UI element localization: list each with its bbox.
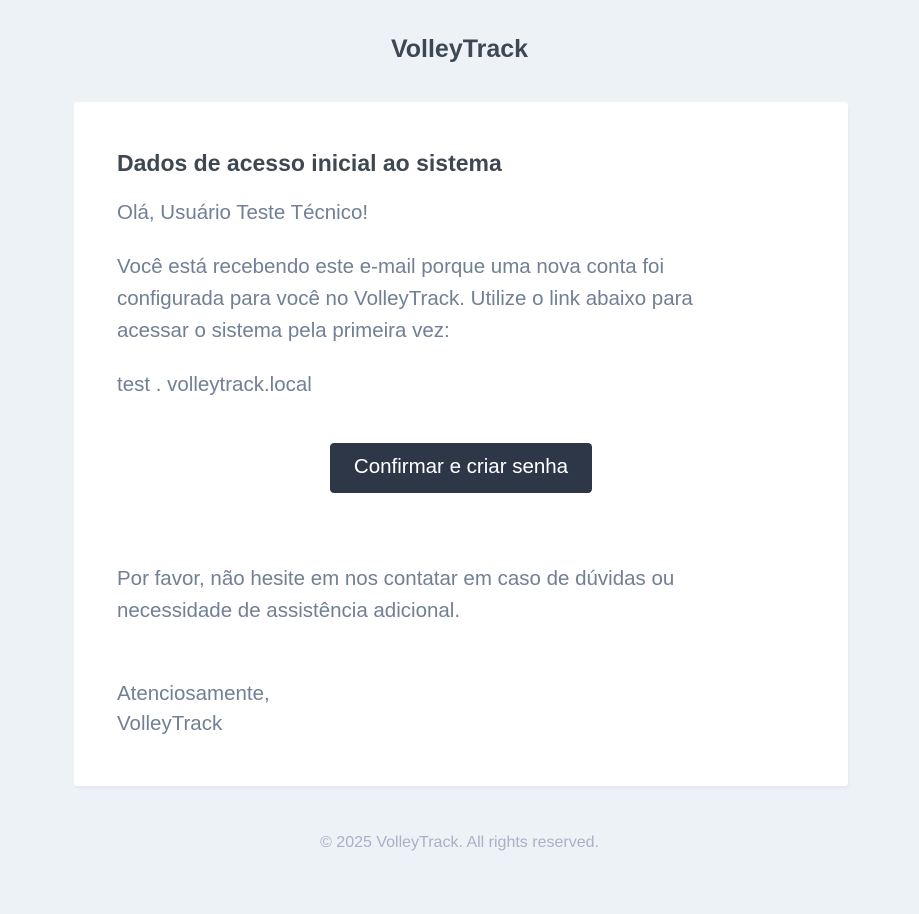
greeting-text: Olá, Usuário Teste Técnico!	[117, 201, 369, 224]
signoff-block: Atenciosamente, VolleyTrack	[117, 679, 805, 739]
email-page: VolleyTrack Dados de acesso inicial ao s…	[0, 0, 919, 914]
footer-copyright: © 2025 VolleyTrack. All rights reserved.	[320, 834, 599, 851]
system-link[interactable]: test . volleytrack.local	[117, 369, 805, 401]
button-wrapper: Confirmar e criar senha	[117, 443, 805, 493]
email-card: Dados de acesso inicial ao sistema Olá, …	[74, 102, 848, 786]
contact-text: Por favor, não hesite em nos contatar em…	[117, 567, 675, 622]
brand-title[interactable]: VolleyTrack	[0, 33, 919, 65]
confirm-create-password-button[interactable]: Confirmar e criar senha	[329, 443, 593, 493]
signature-text: VolleyTrack	[117, 712, 223, 735]
signoff-text: Atenciosamente,	[117, 682, 270, 705]
email-title: Dados de acesso inicial ao sistema	[117, 150, 502, 176]
intro-text: Você está recebendo este e-mail porque u…	[117, 255, 693, 342]
